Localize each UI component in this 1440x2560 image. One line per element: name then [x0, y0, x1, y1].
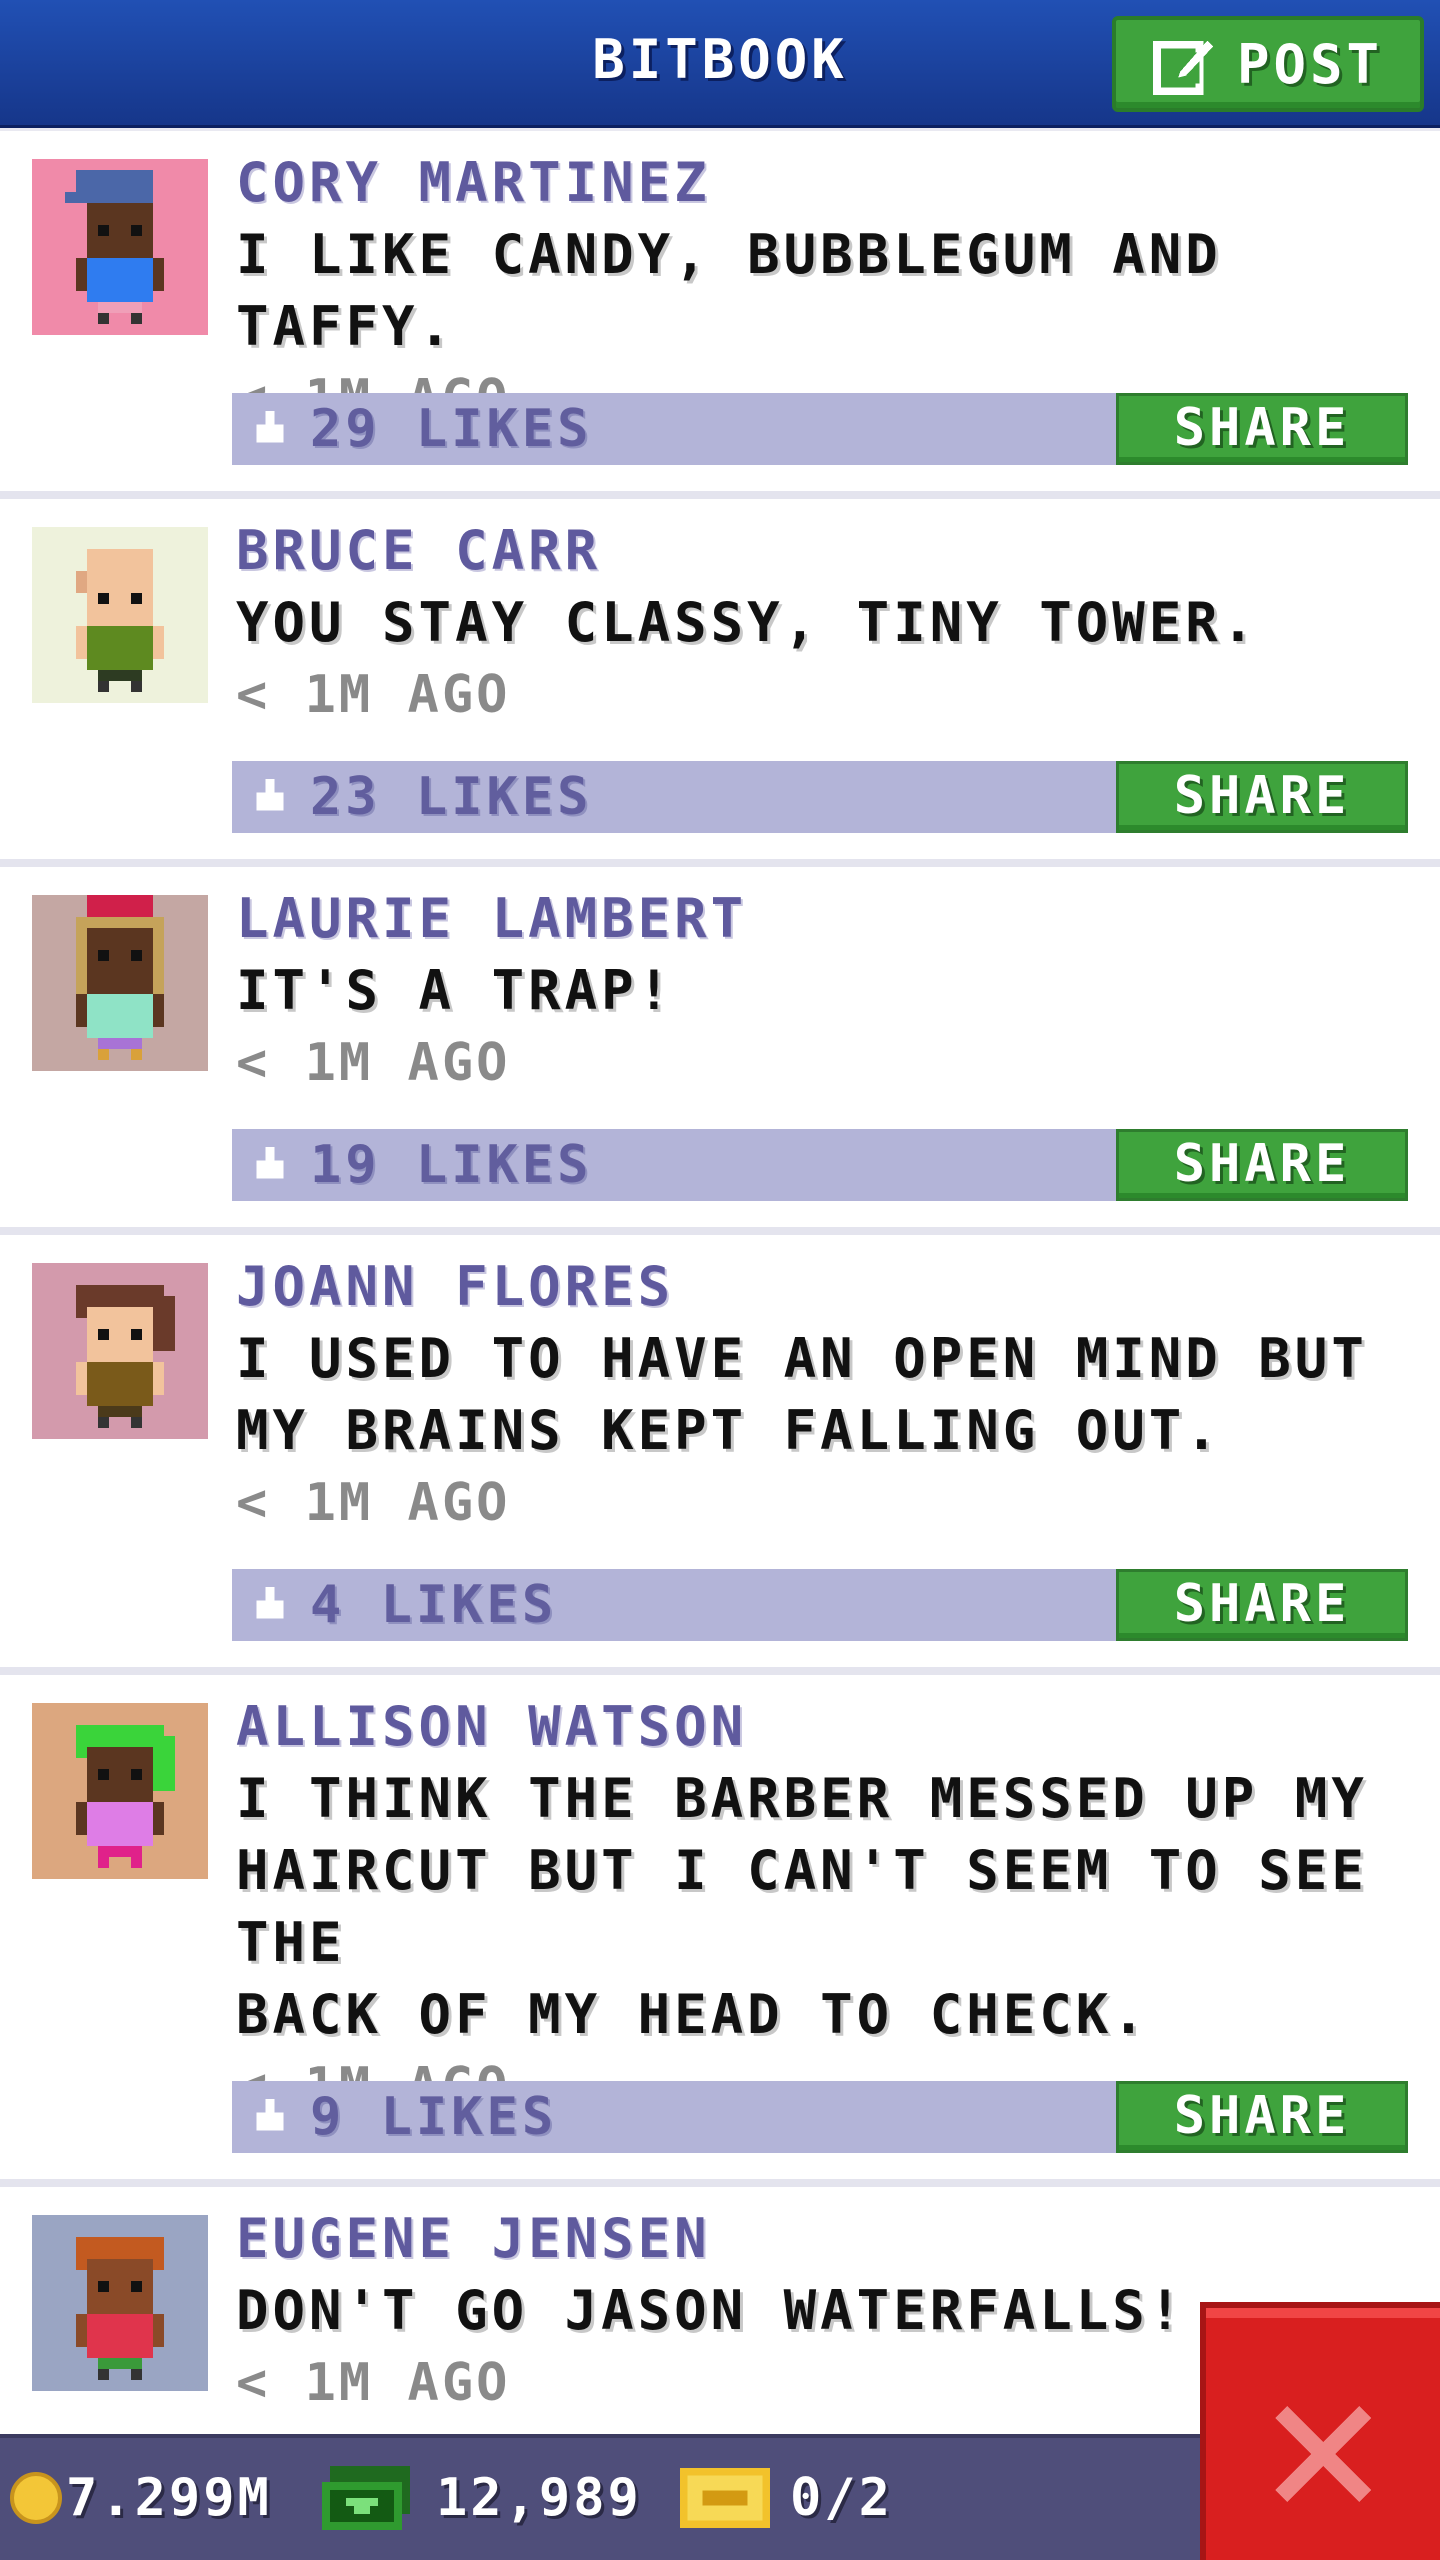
post-message-line: HAIRCUT BUT I CAN'T SEEM TO SEE THE	[236, 1839, 1368, 1974]
share-button[interactable]: SHARE	[1116, 2081, 1408, 2153]
post-message-line: YOU STAY CLASSY, TINY TOWER.	[236, 591, 1259, 654]
post-author[interactable]: LAURIE LAMBERT	[236, 883, 1416, 955]
post-message-line: IT'S A TRAP!	[236, 959, 675, 1022]
post-timestamp: < 1M AGO	[236, 1033, 511, 1093]
post-timestamp: < 1M AGO	[236, 1473, 511, 1533]
post-timestamp: < 1M AGO	[236, 665, 511, 725]
avatar	[32, 1263, 208, 1439]
post-author[interactable]: JOANN FLORES	[236, 1251, 1416, 1323]
edit-icon	[1152, 40, 1214, 95]
coins-stat: 7.299M	[10, 2458, 272, 2538]
avatar	[32, 2215, 208, 2391]
likes-count: 4 LIKES	[310, 1575, 558, 1635]
post-author[interactable]: BRUCE CARR	[236, 515, 1416, 587]
avatar	[32, 159, 208, 335]
likes-count: 9 LIKES	[310, 2087, 558, 2147]
avatar	[32, 1703, 208, 1879]
bux-icon	[322, 2466, 410, 2530]
post-message-line: I THINK THE BARBER MESSED UP MY	[236, 1767, 1368, 1830]
like-bar: 9 LIKES SHARE	[232, 2081, 1408, 2153]
post-message-line: MY BRAINS KEPT FALLING OUT.	[236, 1399, 1222, 1462]
likes-count: 29 LIKES	[310, 399, 593, 459]
likes-count: 23 LIKES	[310, 767, 593, 827]
post-message-line: I LIKE CANDY, BUBBLEGUM AND TAFFY.	[236, 223, 1222, 358]
share-button[interactable]: SHARE	[1116, 1129, 1408, 1201]
like-bar: 29 LIKES SHARE	[232, 393, 1408, 465]
feed: CORY MARTINEZ I LIKE CANDY, BUBBLEGUM AN…	[0, 131, 1440, 2487]
avatar	[32, 895, 208, 1071]
thumbs-up-icon[interactable]	[252, 1587, 288, 1623]
coin-icon	[10, 2472, 62, 2524]
likes-count: 19 LIKES	[310, 1135, 593, 1195]
share-button[interactable]: SHARE	[1116, 393, 1408, 465]
bux-stat: 12,989	[322, 2458, 642, 2538]
feed-post: JOANN FLORES I USED TO HAVE AN OPEN MIND…	[0, 1235, 1440, 1675]
feed-post: LAURIE LAMBERT IT'S A TRAP! < 1M AGO 19 …	[0, 867, 1440, 1235]
avatar	[32, 527, 208, 703]
share-button[interactable]: SHARE	[1116, 761, 1408, 833]
feed-post: CORY MARTINEZ I LIKE CANDY, BUBBLEGUM AN…	[0, 131, 1440, 499]
like-bar: 4 LIKES SHARE	[232, 1569, 1408, 1641]
post-button[interactable]: POST	[1112, 16, 1424, 112]
like-bar: 23 LIKES SHARE	[232, 761, 1408, 833]
post-author[interactable]: CORY MARTINEZ	[236, 147, 1416, 219]
post-message-line: BACK OF MY HEAD TO CHECK.	[236, 1983, 1149, 2046]
like-bar: 19 LIKES SHARE	[232, 1129, 1408, 1201]
share-button[interactable]: SHARE	[1116, 1569, 1408, 1641]
close-button[interactable]	[1200, 2302, 1440, 2560]
feed-post: BRUCE CARR YOU STAY CLASSY, TINY TOWER. …	[0, 499, 1440, 867]
coins-value: 7.299M	[66, 2468, 272, 2528]
feed-post: ALLISON WATSON I THINK THE BARBER MESSED…	[0, 1675, 1440, 2187]
bux-value: 12,989	[436, 2468, 642, 2528]
app-header: BITBOOK POST	[0, 0, 1440, 128]
thumbs-up-icon[interactable]	[252, 2099, 288, 2135]
vip-value: 0/2	[790, 2468, 893, 2528]
post-label: POST	[1236, 32, 1384, 96]
close-icon	[1275, 2406, 1371, 2502]
post-message-line: I USED TO HAVE AN OPEN MIND BUT	[236, 1327, 1368, 1390]
post-author[interactable]: EUGENE JENSEN	[236, 2203, 1416, 2275]
thumbs-up-icon[interactable]	[252, 779, 288, 815]
thumbs-up-icon[interactable]	[252, 411, 288, 447]
thumbs-up-icon[interactable]	[252, 1147, 288, 1183]
vip-stat: 0/2	[680, 2458, 893, 2538]
vip-ticket-icon	[680, 2468, 770, 2528]
post-author[interactable]: ALLISON WATSON	[236, 1691, 1416, 1763]
